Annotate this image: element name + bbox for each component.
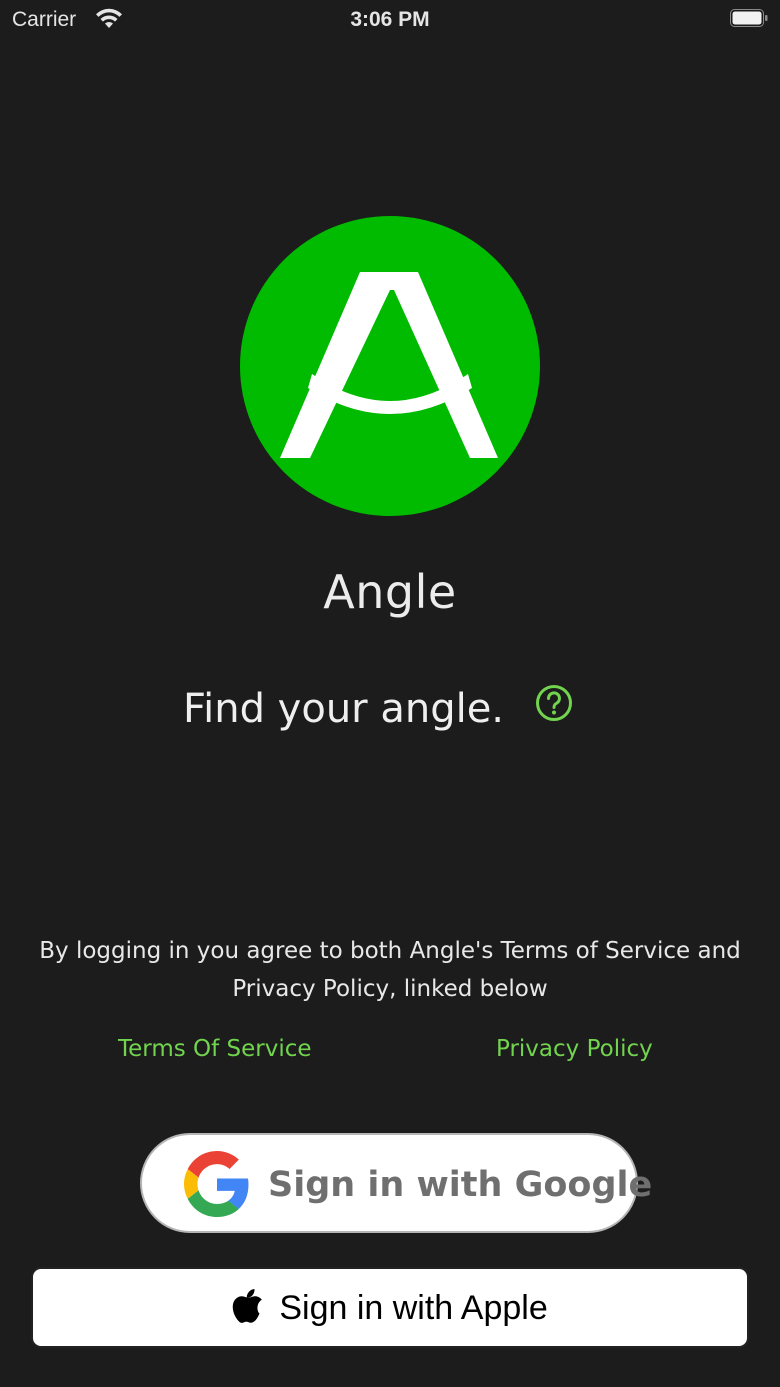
apple-sign-in-button[interactable]: Sign in with Apple xyxy=(31,1267,749,1348)
apple-sign-in-label: Sign in with Apple xyxy=(279,1289,548,1327)
status-time: 3:06 PM xyxy=(350,8,430,31)
google-icon xyxy=(184,1151,249,1217)
tagline: Find your angle. xyxy=(183,686,505,732)
tagline-row: Find your angle. xyxy=(0,682,780,738)
app-name: Angle xyxy=(323,565,457,619)
status-bar: Carrier 3:06 PM xyxy=(0,0,780,40)
terms-of-service-link[interactable]: Terms Of Service xyxy=(118,1036,312,1062)
angle-logo-icon xyxy=(240,216,540,516)
google-sign-in-label: Sign in with Google xyxy=(268,1165,653,1205)
battery-icon xyxy=(730,9,768,27)
privacy-policy-link[interactable]: Privacy Policy xyxy=(496,1036,653,1062)
apple-icon xyxy=(233,1289,263,1323)
google-sign-in-button[interactable]: Sign in with Google xyxy=(140,1133,652,1233)
question-circle-icon[interactable] xyxy=(535,684,573,722)
legal-notice: By logging in you agree to both Angle's … xyxy=(39,938,741,1002)
